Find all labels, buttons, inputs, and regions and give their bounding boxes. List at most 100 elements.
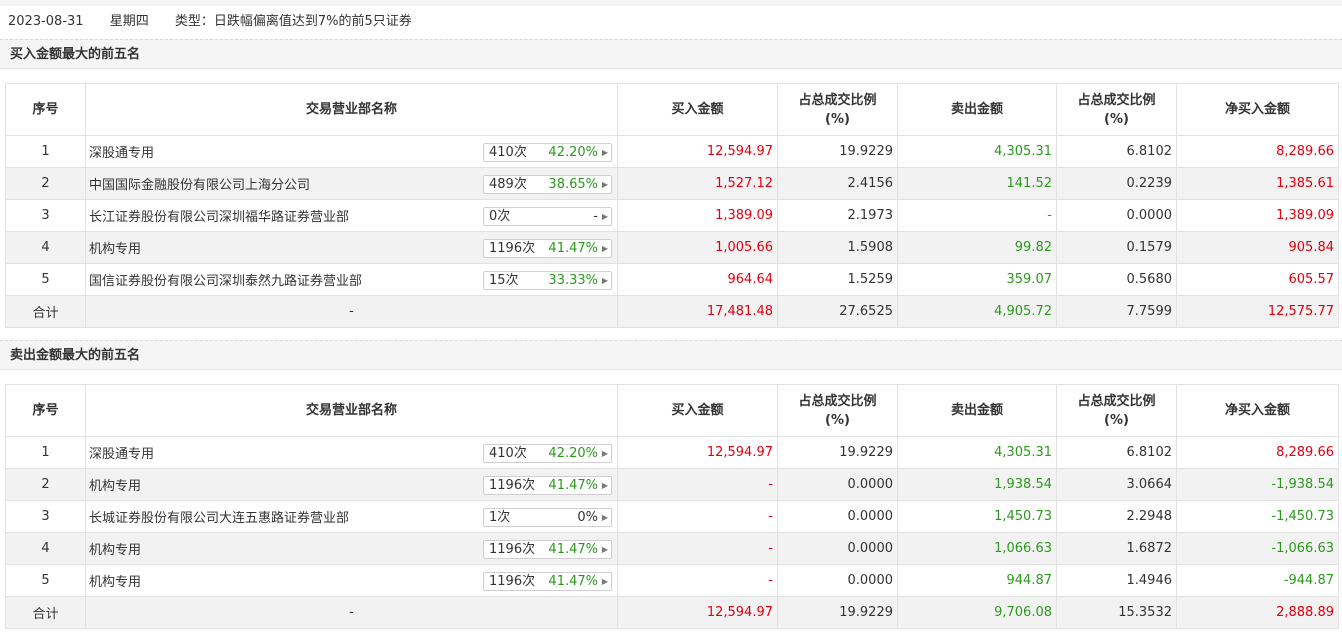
trade-date: 2023-08-31 <box>8 14 84 29</box>
row-seq: 2 <box>5 468 86 501</box>
table-row: 3 长城证券股份有限公司大连五惠路证券营业部 1次 0% ▶ -0.0000 1,450.7… <box>5 500 1339 533</box>
buy-ratio: 0.0000 <box>777 500 898 533</box>
win-rate: 41.47% <box>548 478 598 493</box>
win-rate: 0% <box>577 510 598 525</box>
info-bar: 2023-08-31 星期四 类型：日跌幅偏离值达到7%的前5只证券 <box>8 13 434 31</box>
trade-count: 1196次 <box>489 478 536 493</box>
caret-right-icon: ▶ <box>601 148 608 157</box>
trade-count: 410次 <box>489 145 527 160</box>
caret-right-icon: ▶ <box>601 481 608 490</box>
col-buy-ratio: 占总成交比例 (%) <box>777 384 898 437</box>
buy-ratio: 2.4156 <box>777 167 898 200</box>
dept-name-link[interactable]: 深股通专用 <box>89 146 154 161</box>
trade-count: 15次 <box>489 273 519 288</box>
net-amount: 1,389.09 <box>1176 199 1339 232</box>
dept-name-link[interactable]: 中国国际金融股份有限公司上海分公司 <box>89 178 310 193</box>
trade-count: 1次 <box>489 510 511 525</box>
sell-ratio: 6.8102 <box>1056 436 1177 469</box>
caret-right-icon: ▶ <box>601 449 608 458</box>
sell-amount: 1,450.73 <box>897 500 1057 533</box>
dept-name-link[interactable]: 深股通专用 <box>89 447 154 462</box>
col-sell-ratio: 占总成交比例 (%) <box>1056 83 1177 136</box>
buy-amount: 12,594.97 <box>617 135 778 168</box>
win-rate-button[interactable]: 1196次 41.47% ▶ <box>483 572 612 591</box>
dept-name-link[interactable]: 机构专用 <box>89 479 141 494</box>
buy-amount: 1,389.09 <box>617 199 778 232</box>
dept-name-link[interactable]: 长江证券股份有限公司深圳福华路证券营业部 <box>89 210 349 225</box>
col-sell-ratio-line1: 占总成交比例 <box>1077 92 1156 108</box>
buy-amount: 1,527.12 <box>617 167 778 200</box>
trade-count: 410次 <box>489 446 527 461</box>
buy-ratio: 1.5908 <box>777 231 898 264</box>
caret-right-icon: ▶ <box>601 545 608 554</box>
table-header-row: 序号 交易营业部名称 买入金额 占总成交比例 (%) 卖出金额 占总成交比例 (%)… <box>5 83 1339 136</box>
dept-name-cell: 机构专用 1196次 41.47% ▶ <box>85 564 618 597</box>
col-net: 净买入金额 <box>1176 83 1339 136</box>
col-buy: 买入金额 <box>617 384 778 437</box>
win-rate-button[interactable]: 15次 33.33% ▶ <box>483 271 612 290</box>
col-seq: 序号 <box>5 83 86 136</box>
win-rate-button[interactable]: 1196次 41.47% ▶ <box>483 540 612 559</box>
row-seq: 4 <box>5 532 86 565</box>
sell-ratio: 0.0000 <box>1056 199 1177 232</box>
col-sell-ratio: 占总成交比例 (%) <box>1056 384 1177 437</box>
table-row: 1 深股通专用 410次 42.20% ▶ 12,594.97 19.9229 4,305.3… <box>5 436 1339 469</box>
win-rate-button[interactable]: 410次 42.20% ▶ <box>483 143 612 162</box>
buy-amount: - <box>617 564 778 597</box>
dept-name-link[interactable]: 机构专用 <box>89 242 141 257</box>
buy-ratio: 0.0000 <box>777 532 898 565</box>
win-rate-button[interactable]: 489次 38.65% ▶ <box>483 175 612 194</box>
sell-amount: - <box>897 199 1057 232</box>
dept-name-link[interactable]: 长城证券股份有限公司大连五惠路证券营业部 <box>89 511 349 526</box>
win-rate-button[interactable]: 410次 42.20% ▶ <box>483 444 612 463</box>
net-amount: 905.84 <box>1176 231 1339 264</box>
dept-name-cell: 深股通专用 410次 42.20% ▶ <box>85 436 618 469</box>
buy-ratio: 0.0000 <box>777 468 898 501</box>
sell-top5-table: 序号 交易营业部名称 买入金额 占总成交比例 (%) 卖出金额 占总成交比例 (%)… <box>5 384 1339 629</box>
col-buy-ratio: 占总成交比例 (%) <box>777 83 898 136</box>
buy-ratio: 19.9229 <box>777 135 898 168</box>
net-amount: -1,938.54 <box>1176 468 1339 501</box>
net-amount: -1,066.63 <box>1176 532 1339 565</box>
dept-name-link[interactable]: 国信证券股份有限公司深圳泰然九路证券营业部 <box>89 274 362 289</box>
sell-amount: 141.52 <box>897 167 1057 200</box>
dept-name-link[interactable]: 机构专用 <box>89 543 141 558</box>
buy-amount: - <box>617 500 778 533</box>
table-row: 5 机构专用 1196次 41.47% ▶ -0.0000 944.87 1.4946 -944… <box>5 564 1339 597</box>
buy-ratio: 2.1973 <box>777 199 898 232</box>
buy-top5-title: 买入金额最大的前五名 <box>0 39 1342 69</box>
dept-name-link[interactable]: 机构专用 <box>89 575 141 590</box>
caret-right-icon: ▶ <box>601 212 608 221</box>
net-amount: 1,385.61 <box>1176 167 1339 200</box>
trade-count: 1196次 <box>489 542 536 557</box>
win-rate: 33.33% <box>548 273 598 288</box>
win-rate-button[interactable]: 1196次 41.47% ▶ <box>483 476 612 495</box>
buy-ratio: 0.0000 <box>777 564 898 597</box>
win-rate-button[interactable]: 1196次 41.47% ▶ <box>483 239 612 258</box>
sell-ratio: 2.2948 <box>1056 500 1177 533</box>
win-rate-button[interactable]: 1次 0% ▶ <box>483 508 612 527</box>
buy-top5-table: 序号 交易营业部名称 买入金额 占总成交比例 (%) 卖出金额 占总成交比例 (%)… <box>5 83 1339 328</box>
col-dept: 交易营业部名称 <box>85 83 618 136</box>
sell-amount: 99.82 <box>897 231 1057 264</box>
table-row: 1 深股通专用 410次 42.20% ▶ 12,594.97 19.9229 4,305.3… <box>5 135 1339 168</box>
table-row: 5 国信证券股份有限公司深圳泰然九路证券营业部 15次 33.33% ▶ 964.64 1.… <box>5 263 1339 296</box>
buy-amount: 964.64 <box>617 263 778 296</box>
row-seq: 3 <box>5 199 86 232</box>
row-seq: 1 <box>5 436 86 469</box>
row-seq: 2 <box>5 167 86 200</box>
buy-ratio: 19.9229 <box>777 436 898 469</box>
table-row: 3 长江证券股份有限公司深圳福华路证券营业部 0次 - ▶ 1,389.09 2.1973-… <box>5 199 1339 232</box>
table-row: 2 机构专用 1196次 41.47% ▶ -0.0000 1,938.54 3.0664 -1… <box>5 468 1339 501</box>
type-value: 日跌幅偏离值达到7%的前5只证券 <box>213 14 412 29</box>
total-sell-ratio: 7.7599 <box>1056 295 1177 328</box>
dept-name-cell: 国信证券股份有限公司深圳泰然九路证券营业部 15次 33.33% ▶ <box>85 263 618 296</box>
total-name: - <box>85 596 618 629</box>
total-label: 合计 <box>5 596 86 629</box>
sell-ratio: 0.2239 <box>1056 167 1177 200</box>
win-rate-button[interactable]: 0次 - ▶ <box>483 207 612 226</box>
win-rate: 41.47% <box>548 542 598 557</box>
sell-ratio: 3.0664 <box>1056 468 1177 501</box>
win-rate: 42.20% <box>548 145 598 160</box>
trade-count: 489次 <box>489 177 527 192</box>
